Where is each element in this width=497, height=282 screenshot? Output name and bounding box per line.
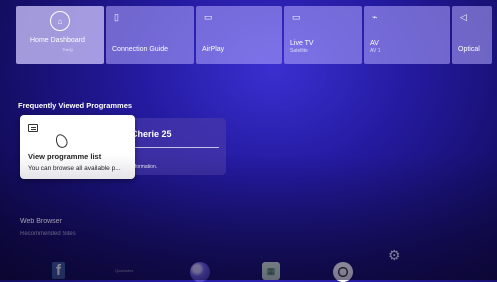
tile-label: AirPlay	[202, 46, 225, 53]
tile-label: Home Dashboard	[30, 37, 85, 44]
phone-icon: ▯	[114, 12, 119, 22]
input-tiles-row: ⌂ Home Dashboard ThinQ ▯ Connection Guid…	[16, 6, 497, 64]
connection-guide-tile[interactable]: ▯ Connection Guide	[106, 6, 194, 64]
soccer-ball-app-icon[interactable]	[333, 262, 353, 282]
programme-divider	[131, 147, 219, 148]
airplay-icon: ▭	[204, 12, 213, 22]
speaker-icon: ◁	[460, 12, 467, 22]
list-icon	[28, 124, 38, 132]
web-browser-subtitle: Recommended Sites	[20, 231, 76, 237]
text-app-icon[interactable]: Quadrolex	[115, 268, 133, 273]
tile-label: Live TV	[290, 40, 314, 47]
av-tile[interactable]: ⌁ AV AV 1	[364, 6, 450, 64]
tile-sub: AV 1	[370, 48, 381, 54]
tile-sub: Satellite	[290, 48, 308, 54]
app-bar: f Quadrolex ▦	[0, 258, 497, 282]
facebook-letter: f	[52, 262, 65, 279]
facebook-app-icon[interactable]: f	[52, 262, 65, 279]
web-browser-title: Web Browser	[20, 218, 62, 225]
tv-icon: ▭	[292, 12, 301, 22]
av-icon: ⌁	[372, 12, 378, 22]
live-tv-tile[interactable]: ▭ Live TV Satellite	[284, 6, 362, 64]
globe-app-icon[interactable]	[190, 262, 210, 282]
optical-tile[interactable]: ◁ Optical	[452, 6, 492, 64]
home-dashboard-tile[interactable]: ⌂ Home Dashboard ThinQ	[16, 6, 104, 64]
home-dashboard-icon: ⌂	[50, 11, 70, 31]
tile-sub: ThinQ	[62, 47, 73, 52]
section-title: Frequently Viewed Programmes	[18, 101, 133, 110]
tooltip-description: You can browse all available p...	[28, 165, 121, 172]
tile-label: Connection Guide	[112, 46, 169, 53]
tile-label: Optical	[458, 46, 480, 53]
airplay-tile[interactable]: ▭ AirPlay	[196, 6, 282, 64]
view-programme-list-tooltip[interactable]: View programme list You can browse all a…	[20, 115, 135, 179]
calendar-app-icon[interactable]: ▦	[262, 262, 280, 280]
programme-title: Cherie 25	[131, 129, 172, 139]
tile-label: AV	[370, 40, 379, 47]
tooltip-title: View programme list	[28, 152, 102, 161]
